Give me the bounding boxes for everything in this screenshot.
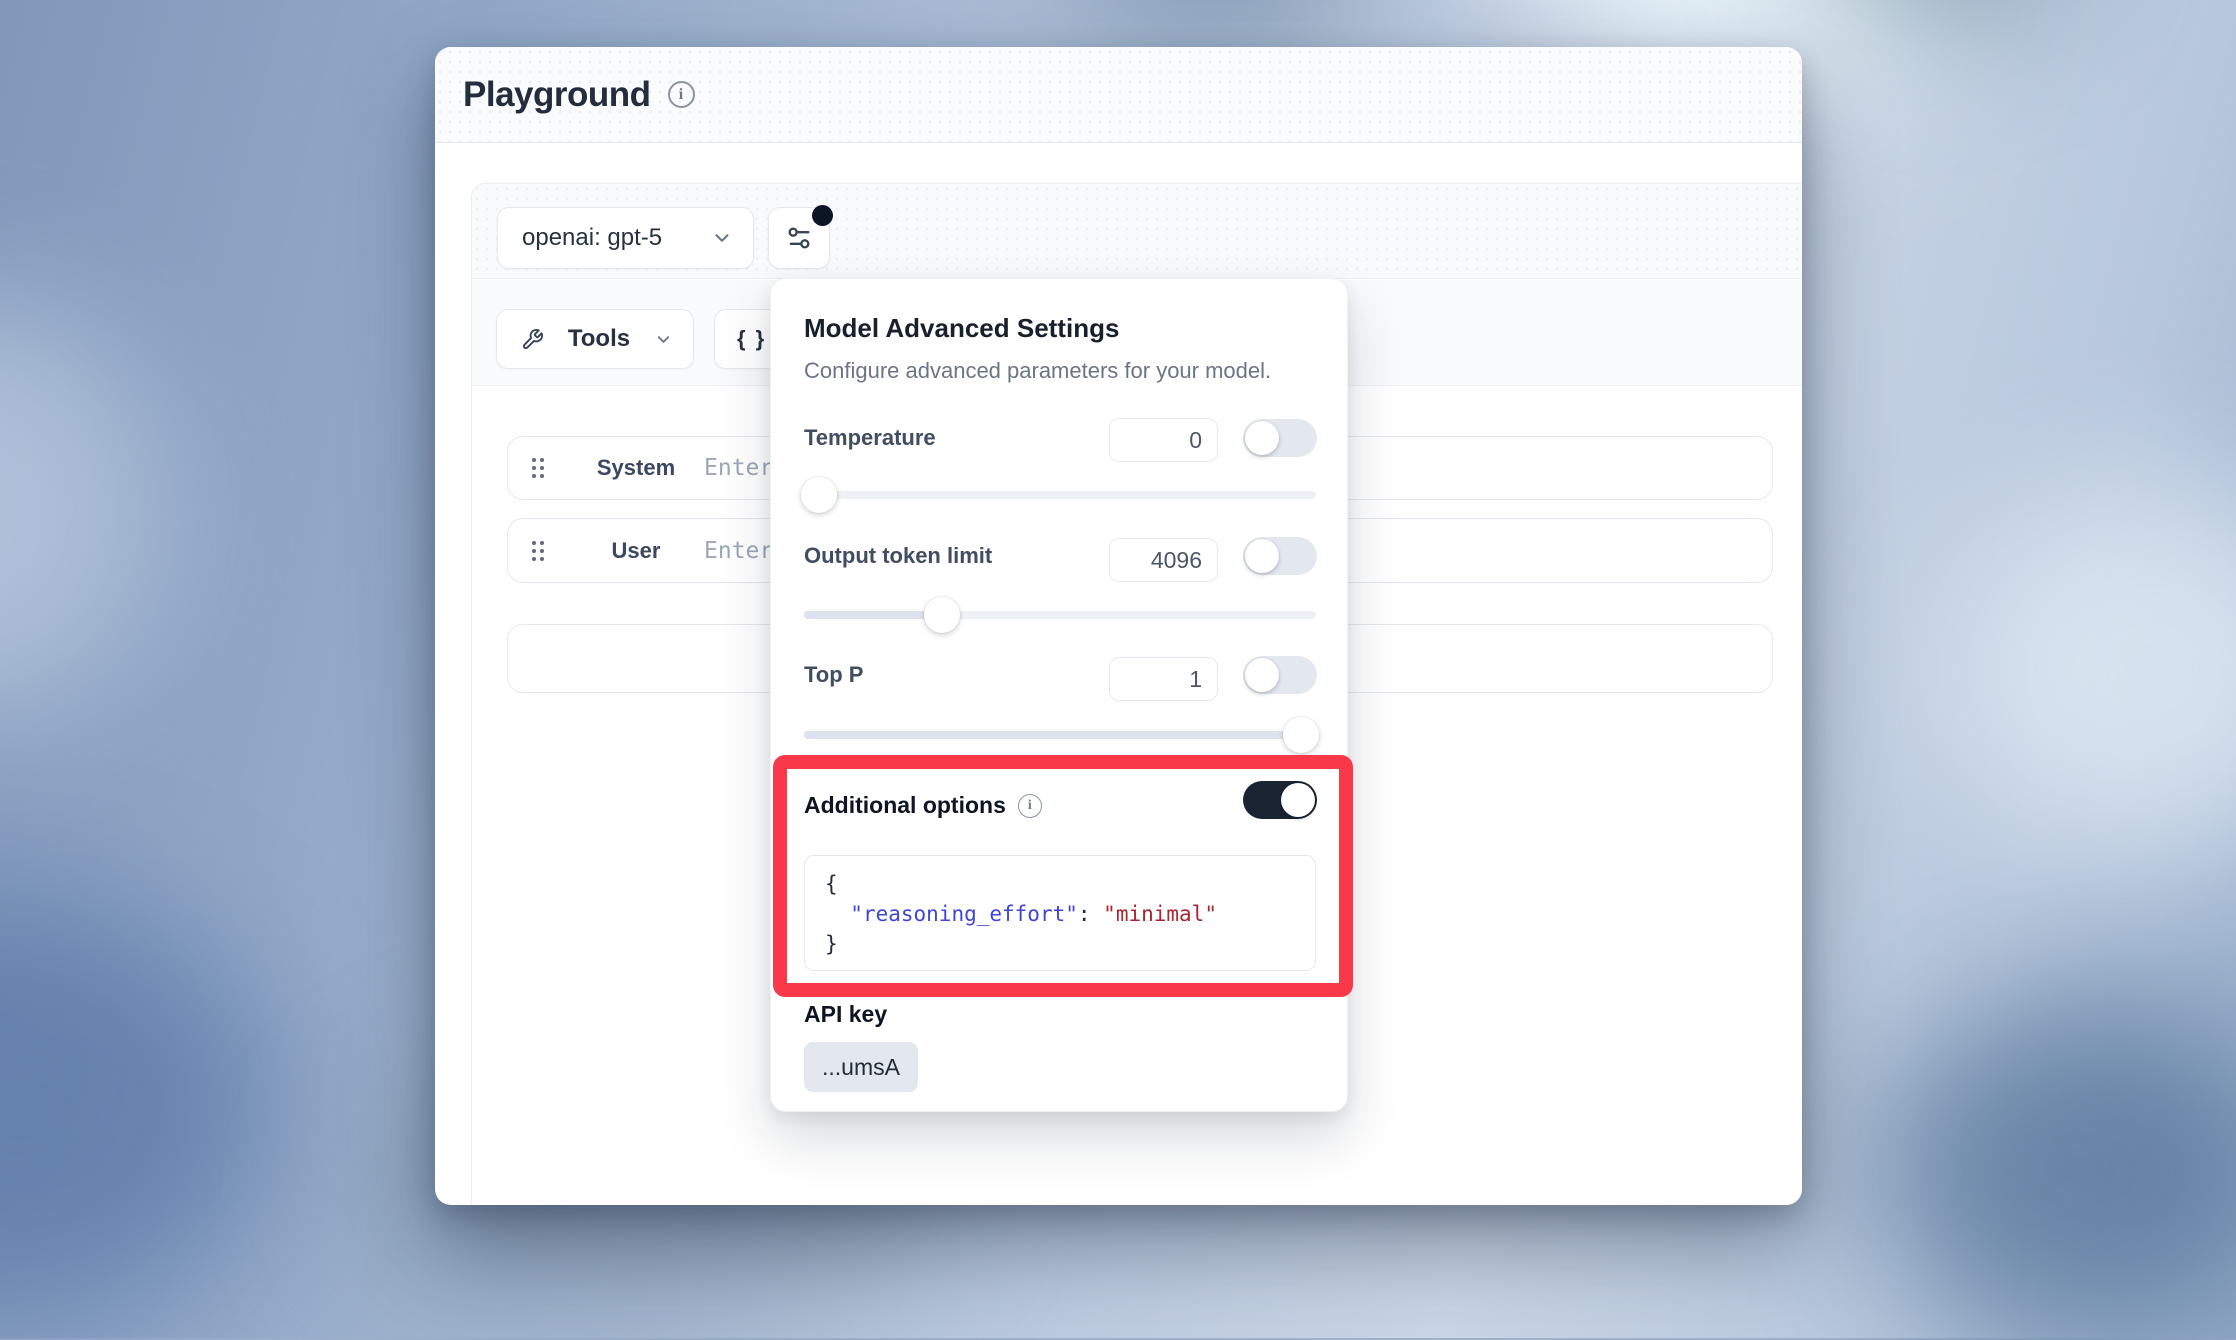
chevron-down-icon xyxy=(654,330,673,349)
chevron-down-icon xyxy=(711,227,733,249)
output-token-limit-toggle[interactable] xyxy=(1243,537,1317,575)
message-input-placeholder[interactable]: Enter xyxy=(704,437,773,499)
model-selector-value: openai: gpt-5 xyxy=(522,224,662,252)
page-title: Playground xyxy=(463,75,651,115)
page-header: Playground i xyxy=(435,47,1802,143)
temperature-input[interactable]: 0 xyxy=(1109,418,1218,462)
top-p-slider[interactable] xyxy=(804,731,1316,739)
slider-thumb[interactable] xyxy=(1283,717,1319,753)
api-key-label: API key xyxy=(804,1001,887,1028)
message-role-label: System xyxy=(566,437,706,499)
output-token-limit-input[interactable]: 4096 xyxy=(1109,538,1218,582)
sliders-icon xyxy=(785,224,813,252)
top-p-value: 1 xyxy=(1189,666,1202,693)
message-role-label: User xyxy=(566,519,706,582)
popover-subtitle: Configure advanced parameters for your m… xyxy=(804,358,1271,384)
output-token-limit-slider[interactable] xyxy=(804,611,1316,619)
toggle-knob xyxy=(1245,658,1279,692)
model-selector-dropdown[interactable]: openai: gpt-5 xyxy=(497,207,754,269)
tools-dropdown-button[interactable]: Tools xyxy=(496,309,694,369)
message-input-placeholder[interactable]: Enter xyxy=(704,519,773,582)
temperature-value: 0 xyxy=(1189,427,1202,454)
model-settings-button[interactable] xyxy=(768,207,830,269)
toggle-knob xyxy=(1245,421,1279,455)
slider-thumb[interactable] xyxy=(801,477,837,513)
model-toolbar: openai: gpt-5 xyxy=(472,184,1802,279)
api-key-value: ...umsA xyxy=(822,1054,900,1081)
tools-button-label: Tools xyxy=(568,325,630,353)
toggle-knob xyxy=(1245,539,1279,573)
api-key-chip[interactable]: ...umsA xyxy=(804,1042,918,1092)
temperature-toggle[interactable] xyxy=(1243,419,1317,457)
drag-handle-icon[interactable] xyxy=(532,458,544,478)
output-token-limit-label: Output token limit xyxy=(804,543,992,569)
highlight-annotation-rectangle xyxy=(773,755,1353,997)
temperature-slider[interactable] xyxy=(804,491,1316,499)
top-p-label: Top P xyxy=(804,662,863,688)
drag-handle-icon[interactable] xyxy=(532,541,544,561)
popover-title: Model Advanced Settings xyxy=(804,313,1119,344)
settings-notification-dot xyxy=(812,205,833,226)
temperature-label: Temperature xyxy=(804,425,936,451)
output-token-limit-value: 4096 xyxy=(1151,547,1202,574)
top-p-toggle[interactable] xyxy=(1243,656,1317,694)
slider-thumb[interactable] xyxy=(924,597,960,633)
wrench-icon xyxy=(521,328,544,351)
top-p-input[interactable]: 1 xyxy=(1109,657,1218,701)
braces-button-label: { } xyxy=(737,326,766,352)
info-icon[interactable]: i xyxy=(668,81,695,108)
